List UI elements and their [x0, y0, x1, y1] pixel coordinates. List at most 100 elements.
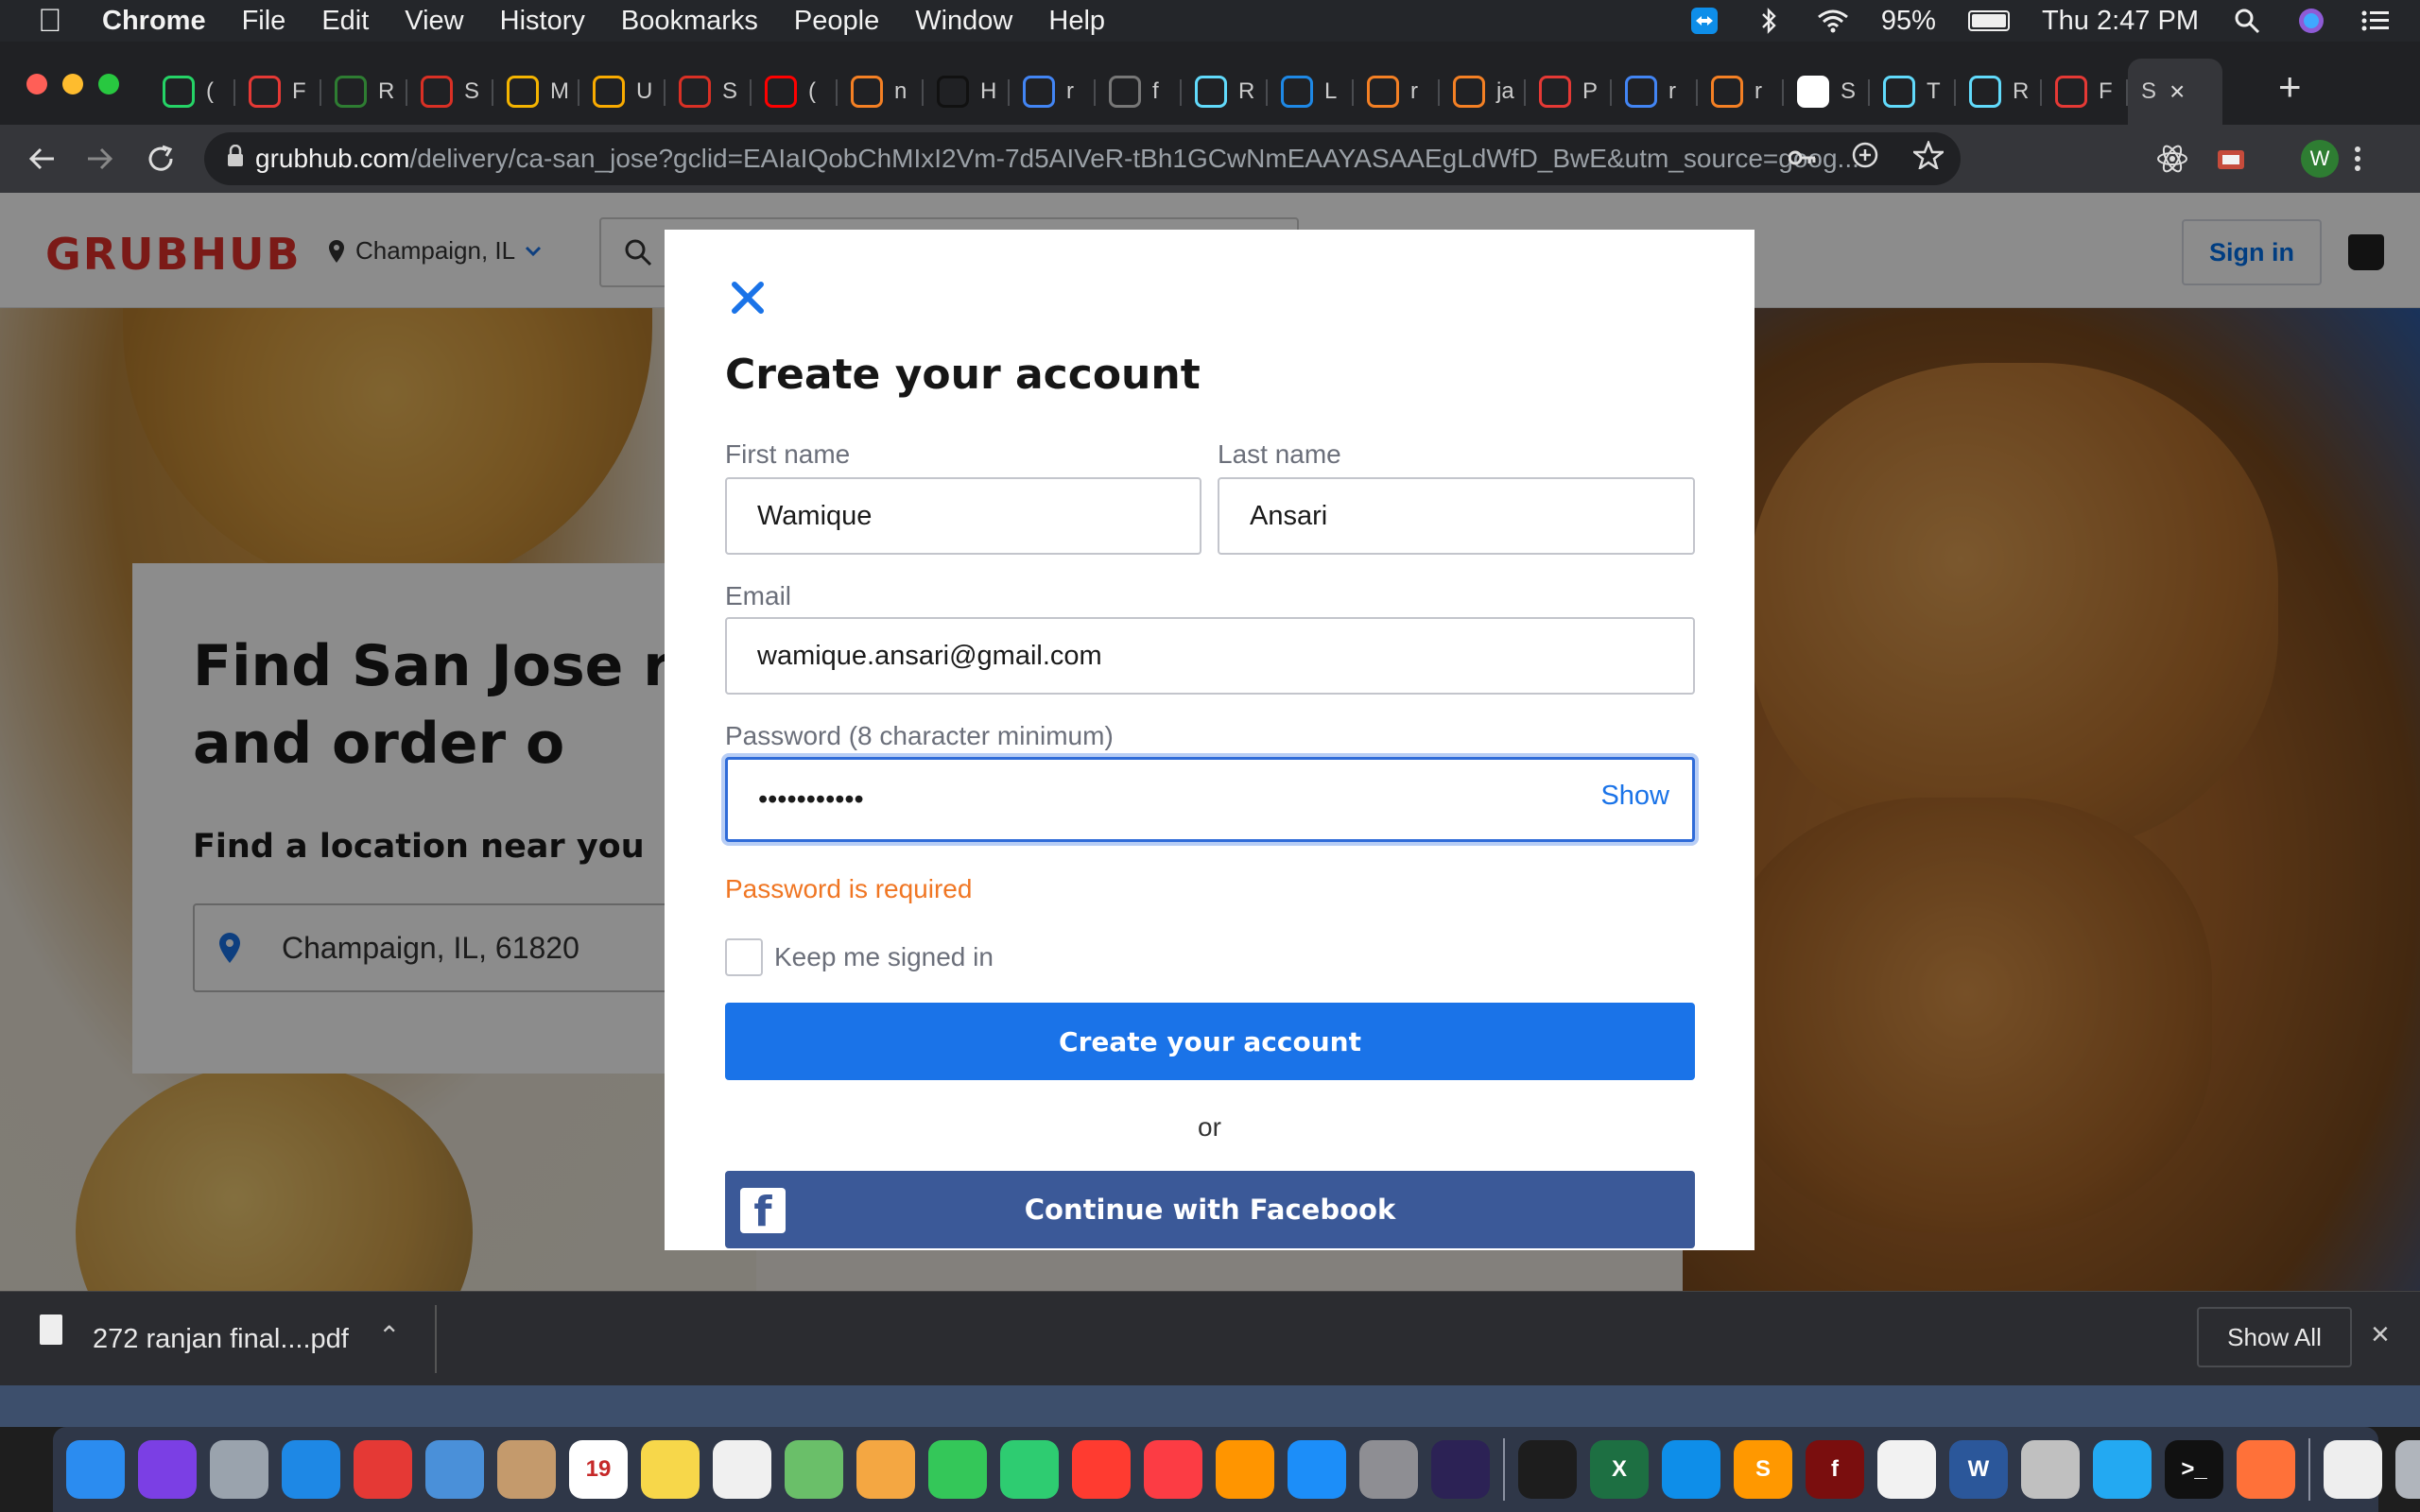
spotlight-search-icon[interactable]: [2231, 7, 2263, 35]
clock[interactable]: Thu 2:47 PM: [2042, 6, 2199, 37]
browser-tab[interactable]: r: [1010, 59, 1096, 125]
news-icon[interactable]: [1072, 1440, 1131, 1499]
messages-icon[interactable]: [928, 1440, 987, 1499]
key-icon[interactable]: [1788, 143, 1817, 175]
new-tab-button[interactable]: +: [2278, 64, 2302, 110]
first-name-field[interactable]: Wamique: [725, 477, 1201, 555]
show-all-button[interactable]: Show All: [2197, 1307, 2352, 1367]
siri-menu-icon[interactable]: [2295, 7, 2327, 35]
keep-signed-in-label[interactable]: Keep me signed in: [774, 942, 994, 972]
menu-help[interactable]: Help: [1048, 6, 1105, 37]
contacts-icon[interactable]: [497, 1440, 556, 1499]
menu-people[interactable]: People: [794, 6, 879, 37]
apple-icon[interactable]: : [38, 3, 68, 40]
menu-history[interactable]: History: [500, 6, 585, 37]
browser-tab[interactable]: T: [1870, 59, 1956, 125]
window-zoom-button[interactable]: [98, 74, 119, 94]
zoom-icon[interactable]: [1851, 141, 1879, 177]
password-field[interactable]: ••••••••••• Show: [725, 757, 1695, 842]
lock-icon[interactable]: [227, 144, 255, 174]
browser-tab[interactable]: U: [579, 59, 666, 125]
last-name-field[interactable]: Ansari: [1218, 477, 1695, 555]
browser-tab[interactable]: F: [2042, 59, 2128, 125]
close-icon[interactable]: [729, 279, 767, 317]
battery-icon[interactable]: [1967, 10, 2010, 31]
browser-tab[interactable]: L: [1268, 59, 1354, 125]
safari-icon[interactable]: [282, 1440, 340, 1499]
system-preferences-icon[interactable]: [1359, 1440, 1418, 1499]
document-icon[interactable]: [2324, 1440, 2382, 1499]
menu-view[interactable]: View: [405, 6, 463, 37]
create-account-button[interactable]: Create your account: [725, 1003, 1695, 1080]
show-password-button[interactable]: Show: [1600, 781, 1669, 812]
reminders-icon[interactable]: [713, 1440, 771, 1499]
terminal-icon[interactable]: >_: [2165, 1440, 2223, 1499]
email-field[interactable]: wamique.ansari@gmail.com: [725, 617, 1695, 695]
battery-percent[interactable]: 95%: [1881, 6, 1936, 37]
menu-app-chrome[interactable]: Chrome: [102, 6, 206, 37]
browser-tab[interactable]: f: [1096, 59, 1182, 125]
finder-icon[interactable]: [66, 1440, 125, 1499]
window-close-button[interactable]: [26, 74, 47, 94]
browser-tab[interactable]: S: [407, 59, 493, 125]
download-filename[interactable]: 272 ranjan final....pdf: [93, 1324, 349, 1355]
eclipse-icon[interactable]: [1431, 1440, 1490, 1499]
textedit-icon[interactable]: [1877, 1440, 1936, 1499]
browser-tab[interactable]: R: [1956, 59, 2042, 125]
profile-avatar[interactable]: W: [2301, 140, 2339, 178]
chrome-menu-icon[interactable]: [2341, 142, 2375, 176]
chrome-icon[interactable]: [354, 1440, 412, 1499]
image-capture-icon[interactable]: [2021, 1440, 2080, 1499]
browser-tab[interactable]: F: [235, 59, 321, 125]
activity-monitor-icon[interactable]: [1518, 1440, 1577, 1499]
browser-tab[interactable]: R: [321, 59, 407, 125]
books-icon[interactable]: [1216, 1440, 1274, 1499]
active-tab[interactable]: S ×: [2128, 59, 2222, 125]
browser-tab[interactable]: S: [1784, 59, 1870, 125]
browser-tab[interactable]: H: [924, 59, 1010, 125]
browser-tab[interactable]: P: [1526, 59, 1612, 125]
flash-icon[interactable]: f: [1806, 1440, 1864, 1499]
menu-file[interactable]: File: [242, 6, 286, 37]
sublime-icon[interactable]: S: [1734, 1440, 1792, 1499]
siri-icon[interactable]: [138, 1440, 197, 1499]
music-icon[interactable]: [1144, 1440, 1202, 1499]
browser-tab[interactable]: R: [1182, 59, 1268, 125]
bookmark-star-icon[interactable]: [1910, 139, 1946, 177]
appstore-icon[interactable]: [1288, 1440, 1346, 1499]
excel-icon[interactable]: X: [1590, 1440, 1649, 1499]
preview-icon[interactable]: [425, 1440, 484, 1499]
react-devtools-icon[interactable]: [2155, 142, 2189, 176]
browser-tab[interactable]: r: [1698, 59, 1784, 125]
teamviewer-icon[interactable]: [1662, 1440, 1720, 1499]
address-bar[interactable]: grubhub.com /delivery/ca-san_jose?gclid=…: [204, 132, 1961, 185]
continue-with-facebook-button[interactable]: f Continue with Facebook: [725, 1171, 1695, 1248]
browser-tab[interactable]: S: [666, 59, 752, 125]
browser-tab[interactable]: n: [838, 59, 924, 125]
photos-icon[interactable]: [856, 1440, 915, 1499]
back-button[interactable]: [17, 134, 66, 183]
browser-tab[interactable]: r: [1612, 59, 1698, 125]
teamviewer-status-icon[interactable]: [1688, 7, 1720, 35]
close-download-shelf-icon[interactable]: ×: [2371, 1316, 2390, 1353]
vscode-icon[interactable]: [2093, 1440, 2152, 1499]
trash-icon[interactable]: [2395, 1440, 2420, 1499]
word-icon[interactable]: W: [1949, 1440, 2008, 1499]
bluetooth-icon[interactable]: [1753, 7, 1785, 35]
keep-signed-in-checkbox[interactable]: [725, 938, 763, 976]
maps-icon[interactable]: [785, 1440, 843, 1499]
menu-edit[interactable]: Edit: [321, 6, 369, 37]
window-minimize-button[interactable]: [62, 74, 83, 94]
extension-icon[interactable]: [2214, 142, 2248, 176]
forward-button[interactable]: [76, 134, 125, 183]
menu-bookmarks[interactable]: Bookmarks: [621, 6, 758, 37]
firefox-icon[interactable]: [2237, 1440, 2295, 1499]
facetime-icon[interactable]: [1000, 1440, 1059, 1499]
calendar-icon[interactable]: 19: [569, 1440, 628, 1499]
browser-tab[interactable]: M: [493, 59, 579, 125]
close-tab-icon[interactable]: ×: [2169, 77, 2185, 107]
browser-tab[interactable]: ja: [1440, 59, 1526, 125]
notes-icon[interactable]: [641, 1440, 700, 1499]
chevron-up-icon[interactable]: ⌃: [378, 1320, 400, 1351]
menu-window[interactable]: Window: [915, 6, 1012, 37]
